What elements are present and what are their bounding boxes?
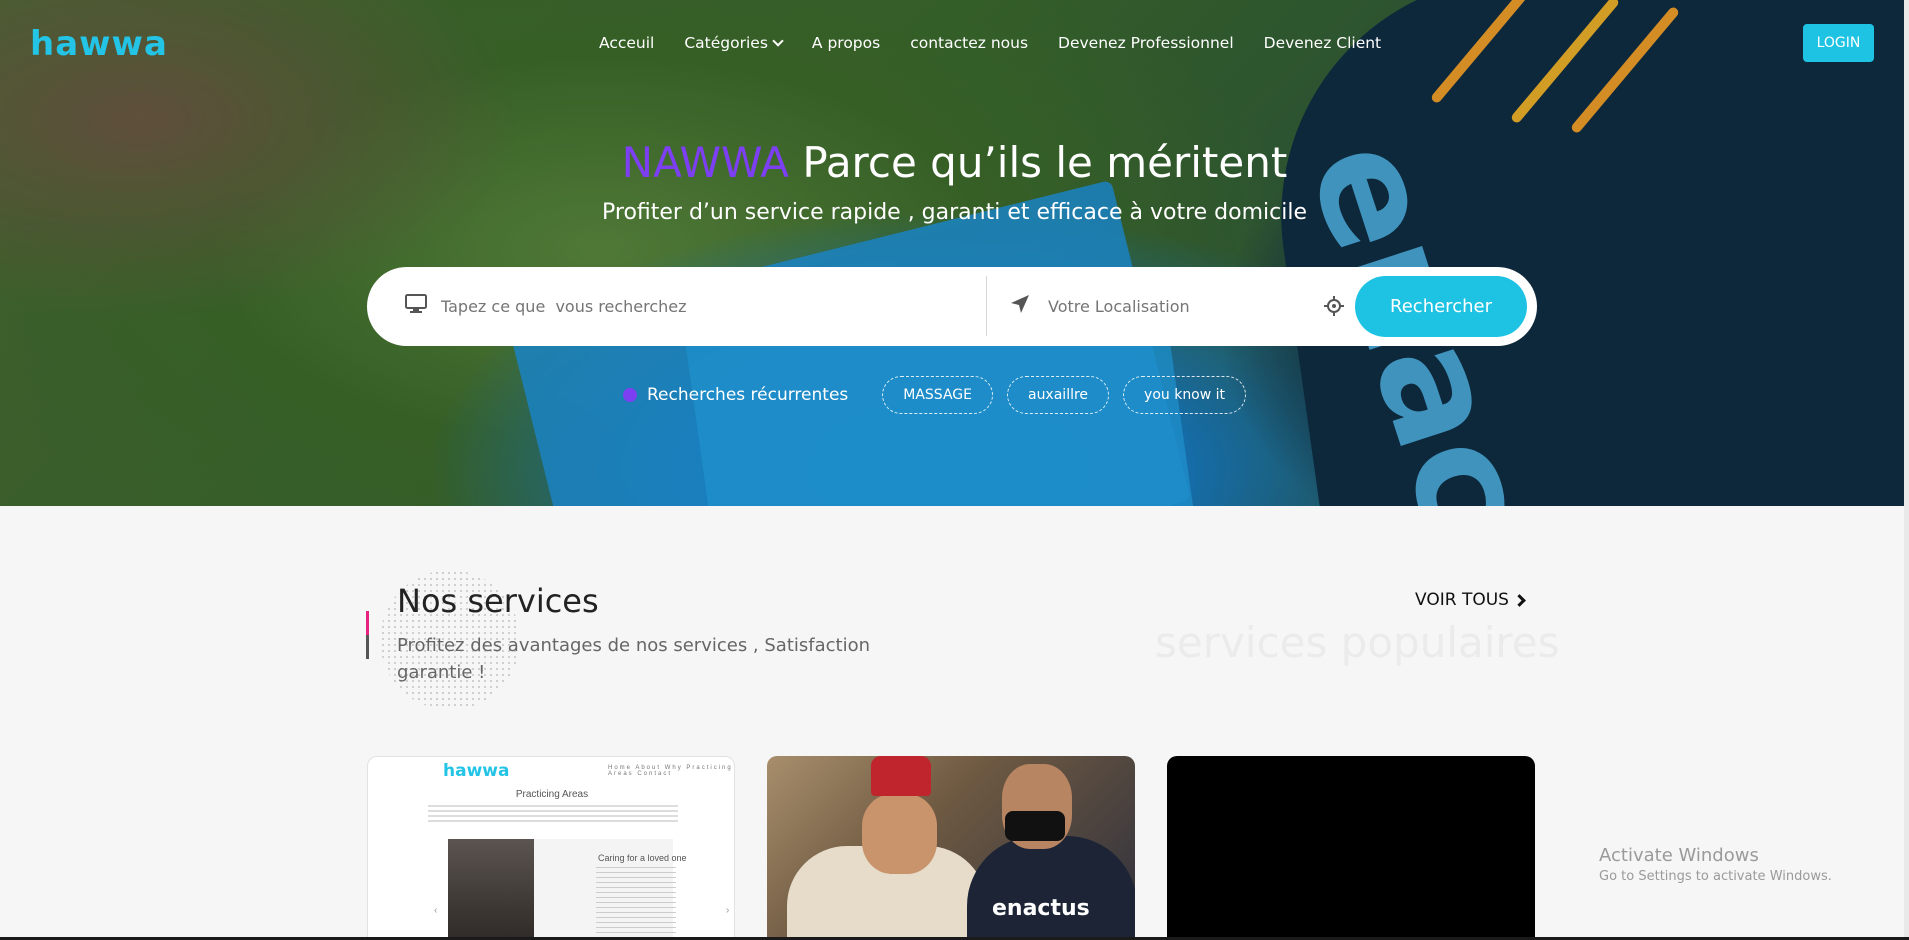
hero-banner: enactus hawwa Acceuil Catégories A propo… xyxy=(0,0,1909,506)
recent-dot-icon xyxy=(623,388,637,402)
card-photo-mask xyxy=(1005,811,1065,841)
card-screenshot-photo xyxy=(448,839,534,939)
chevron-down-icon xyxy=(772,35,784,47)
card-screenshot-caption: Caring for a loved one xyxy=(598,853,687,863)
search-button[interactable]: Rechercher xyxy=(1355,276,1527,337)
see-all-link[interactable]: VOIR TOUS xyxy=(1415,590,1526,610)
hero-subtitle: Profiter d’un service rapide , garanti e… xyxy=(602,200,1307,225)
nav-item-categories[interactable]: Catégories xyxy=(684,34,784,52)
card-photo-hat xyxy=(871,756,931,796)
recent-searches-label: Recherches récurrentes xyxy=(647,385,849,405)
hero-tagline: Parce qu’ils le méritent xyxy=(802,138,1288,187)
card-screenshot-text-lines xyxy=(428,805,678,825)
recent-searches: Recherches récurrentes MASSAGE auxaillre… xyxy=(623,376,1250,414)
scrollbar-track[interactable] xyxy=(1904,0,1909,940)
search-input[interactable] xyxy=(441,297,981,316)
section-title: Nos services xyxy=(397,582,599,620)
hero-title: NAWWA Parce qu’ils le méritent xyxy=(0,138,1909,187)
nav-item-accueil[interactable]: Acceuil xyxy=(599,34,654,52)
search-divider xyxy=(986,276,987,336)
location-arrow-icon xyxy=(1010,294,1030,319)
service-card[interactable]: enactus xyxy=(767,756,1135,940)
card-photo-person xyxy=(862,794,937,874)
nav-item-devenez-client[interactable]: Devenez Client xyxy=(1264,34,1381,52)
card-screenshot-logo: hawwa xyxy=(443,761,510,781)
service-card[interactable]: hawwa Home About Why Practicing Areas Co… xyxy=(367,756,735,940)
recent-chip[interactable]: auxaillre xyxy=(1006,376,1110,414)
site-logo[interactable]: hawwa xyxy=(30,24,168,64)
card-photo-shirt-text: enactus xyxy=(992,896,1090,921)
nav-item-contact[interactable]: contactez nous xyxy=(910,34,1028,52)
nav-item-label: Catégories xyxy=(684,34,768,52)
monitor-icon xyxy=(405,294,427,319)
main-nav: Acceuil Catégories A propos contactez no… xyxy=(599,34,1381,52)
recent-chip[interactable]: you know it xyxy=(1123,376,1247,414)
card-screenshot-title: Practicing Areas xyxy=(515,789,589,800)
nav-item-a-propos[interactable]: A propos xyxy=(812,34,880,52)
card-photo-person xyxy=(967,836,1135,940)
location-input[interactable] xyxy=(1048,297,1318,316)
chevron-right-icon xyxy=(1513,593,1526,607)
service-card[interactable] xyxy=(1167,756,1535,940)
hero-brand-word: NAWWA xyxy=(621,138,790,187)
windows-activation-watermark: Activate Windows Go to Settings to activ… xyxy=(1599,845,1832,884)
see-all-label: VOIR TOUS xyxy=(1415,590,1509,610)
crosshair-icon[interactable] xyxy=(1323,295,1345,322)
search-what-group xyxy=(405,267,981,346)
chevron-right-icon: › xyxy=(726,905,730,916)
nav-item-devenez-professionnel[interactable]: Devenez Professionnel xyxy=(1058,34,1234,52)
section-watermark-text: services populaires xyxy=(1155,618,1560,667)
chevron-left-icon: ‹ xyxy=(434,905,438,916)
section-subtitle: Profitez des avantages de nos services ,… xyxy=(397,635,871,683)
search-bar: Rechercher xyxy=(367,267,1537,346)
windows-activation-title: Activate Windows xyxy=(1599,845,1759,866)
search-where-group xyxy=(1010,267,1318,346)
recent-chip[interactable]: MASSAGE xyxy=(882,376,993,414)
login-button[interactable]: LOGIN xyxy=(1803,24,1874,62)
card-screenshot-nav: Home About Why Practicing Areas Contact xyxy=(608,765,733,777)
card-screenshot-text-lines xyxy=(596,867,676,937)
windows-activation-subtitle: Go to Settings to activate Windows. xyxy=(1599,869,1832,884)
section-accent-bar xyxy=(366,611,369,659)
